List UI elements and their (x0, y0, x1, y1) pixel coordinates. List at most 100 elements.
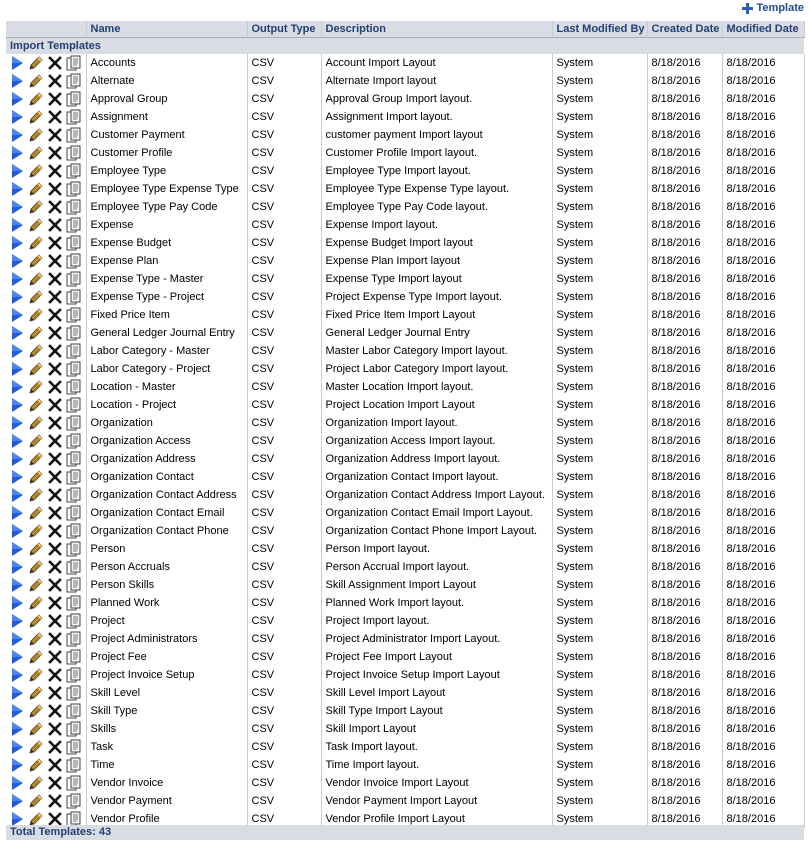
copy-document-icon[interactable] (64, 540, 83, 558)
run-arrow-icon[interactable] (7, 432, 26, 450)
pencil-icon[interactable] (26, 162, 45, 180)
run-arrow-icon[interactable] (7, 288, 26, 306)
pencil-icon[interactable] (26, 666, 45, 684)
copy-document-icon[interactable] (64, 792, 83, 810)
run-arrow-icon[interactable] (7, 792, 26, 810)
pencil-icon[interactable] (26, 72, 45, 90)
pencil-icon[interactable] (26, 54, 45, 72)
copy-document-icon[interactable] (64, 666, 83, 684)
pencil-icon[interactable] (26, 144, 45, 162)
copy-document-icon[interactable] (64, 630, 83, 648)
run-arrow-icon[interactable] (7, 774, 26, 792)
delete-x-icon[interactable] (45, 234, 64, 252)
pencil-icon[interactable] (26, 630, 45, 648)
pencil-icon[interactable] (26, 216, 45, 234)
delete-x-icon[interactable] (45, 324, 64, 342)
copy-document-icon[interactable] (64, 504, 83, 522)
pencil-icon[interactable] (26, 720, 45, 738)
pencil-icon[interactable] (26, 522, 45, 540)
copy-document-icon[interactable] (64, 252, 83, 270)
run-arrow-icon[interactable] (7, 468, 26, 486)
delete-x-icon[interactable] (45, 252, 64, 270)
run-arrow-icon[interactable] (7, 738, 26, 756)
run-arrow-icon[interactable] (7, 720, 26, 738)
copy-document-icon[interactable] (64, 720, 83, 738)
copy-document-icon[interactable] (64, 702, 83, 720)
delete-x-icon[interactable] (45, 594, 64, 612)
run-arrow-icon[interactable] (7, 666, 26, 684)
copy-document-icon[interactable] (64, 594, 83, 612)
copy-document-icon[interactable] (64, 234, 83, 252)
delete-x-icon[interactable] (45, 414, 64, 432)
delete-x-icon[interactable] (45, 180, 64, 198)
pencil-icon[interactable] (26, 378, 45, 396)
pencil-icon[interactable] (26, 306, 45, 324)
pencil-icon[interactable] (26, 702, 45, 720)
run-arrow-icon[interactable] (7, 252, 26, 270)
run-arrow-icon[interactable] (7, 396, 26, 414)
delete-x-icon[interactable] (45, 792, 64, 810)
column-header-description[interactable]: Description (321, 21, 553, 38)
copy-document-icon[interactable] (64, 396, 83, 414)
run-arrow-icon[interactable] (7, 486, 26, 504)
run-arrow-icon[interactable] (7, 450, 26, 468)
pencil-icon[interactable] (26, 774, 45, 792)
pencil-icon[interactable] (26, 558, 45, 576)
delete-x-icon[interactable] (45, 270, 64, 288)
delete-x-icon[interactable] (45, 432, 64, 450)
pencil-icon[interactable] (26, 396, 45, 414)
run-arrow-icon[interactable] (7, 90, 26, 108)
copy-document-icon[interactable] (64, 486, 83, 504)
column-header-output-type[interactable]: Output Type (247, 21, 322, 38)
copy-document-icon[interactable] (64, 414, 83, 432)
pencil-icon[interactable] (26, 180, 45, 198)
delete-x-icon[interactable] (45, 486, 64, 504)
pencil-icon[interactable] (26, 648, 45, 666)
copy-document-icon[interactable] (64, 342, 83, 360)
pencil-icon[interactable] (26, 504, 45, 522)
copy-document-icon[interactable] (64, 522, 83, 540)
copy-document-icon[interactable] (64, 558, 83, 576)
pencil-icon[interactable] (26, 450, 45, 468)
delete-x-icon[interactable] (45, 378, 64, 396)
run-arrow-icon[interactable] (7, 378, 26, 396)
column-header-name[interactable]: Name (86, 21, 248, 38)
pencil-icon[interactable] (26, 540, 45, 558)
run-arrow-icon[interactable] (7, 270, 26, 288)
pencil-icon[interactable] (26, 198, 45, 216)
delete-x-icon[interactable] (45, 396, 64, 414)
run-arrow-icon[interactable] (7, 540, 26, 558)
copy-document-icon[interactable] (64, 576, 83, 594)
run-arrow-icon[interactable] (7, 504, 26, 522)
delete-x-icon[interactable] (45, 144, 64, 162)
pencil-icon[interactable] (26, 486, 45, 504)
copy-document-icon[interactable] (64, 306, 83, 324)
copy-document-icon[interactable] (64, 108, 83, 126)
pencil-icon[interactable] (26, 684, 45, 702)
run-arrow-icon[interactable] (7, 180, 26, 198)
copy-document-icon[interactable] (64, 756, 83, 774)
delete-x-icon[interactable] (45, 648, 64, 666)
run-arrow-icon[interactable] (7, 144, 26, 162)
run-arrow-icon[interactable] (7, 414, 26, 432)
copy-document-icon[interactable] (64, 270, 83, 288)
column-header-last-modified-by[interactable]: Last Modified By (552, 21, 648, 38)
pencil-icon[interactable] (26, 414, 45, 432)
copy-document-icon[interactable] (64, 324, 83, 342)
delete-x-icon[interactable] (45, 576, 64, 594)
run-arrow-icon[interactable] (7, 216, 26, 234)
delete-x-icon[interactable] (45, 306, 64, 324)
pencil-icon[interactable] (26, 342, 45, 360)
run-arrow-icon[interactable] (7, 72, 26, 90)
delete-x-icon[interactable] (45, 684, 64, 702)
copy-document-icon[interactable] (64, 126, 83, 144)
pencil-icon[interactable] (26, 738, 45, 756)
copy-document-icon[interactable] (64, 198, 83, 216)
run-arrow-icon[interactable] (7, 324, 26, 342)
copy-document-icon[interactable] (64, 450, 83, 468)
run-arrow-icon[interactable] (7, 522, 26, 540)
pencil-icon[interactable] (26, 234, 45, 252)
copy-document-icon[interactable] (64, 360, 83, 378)
delete-x-icon[interactable] (45, 630, 64, 648)
copy-document-icon[interactable] (64, 684, 83, 702)
